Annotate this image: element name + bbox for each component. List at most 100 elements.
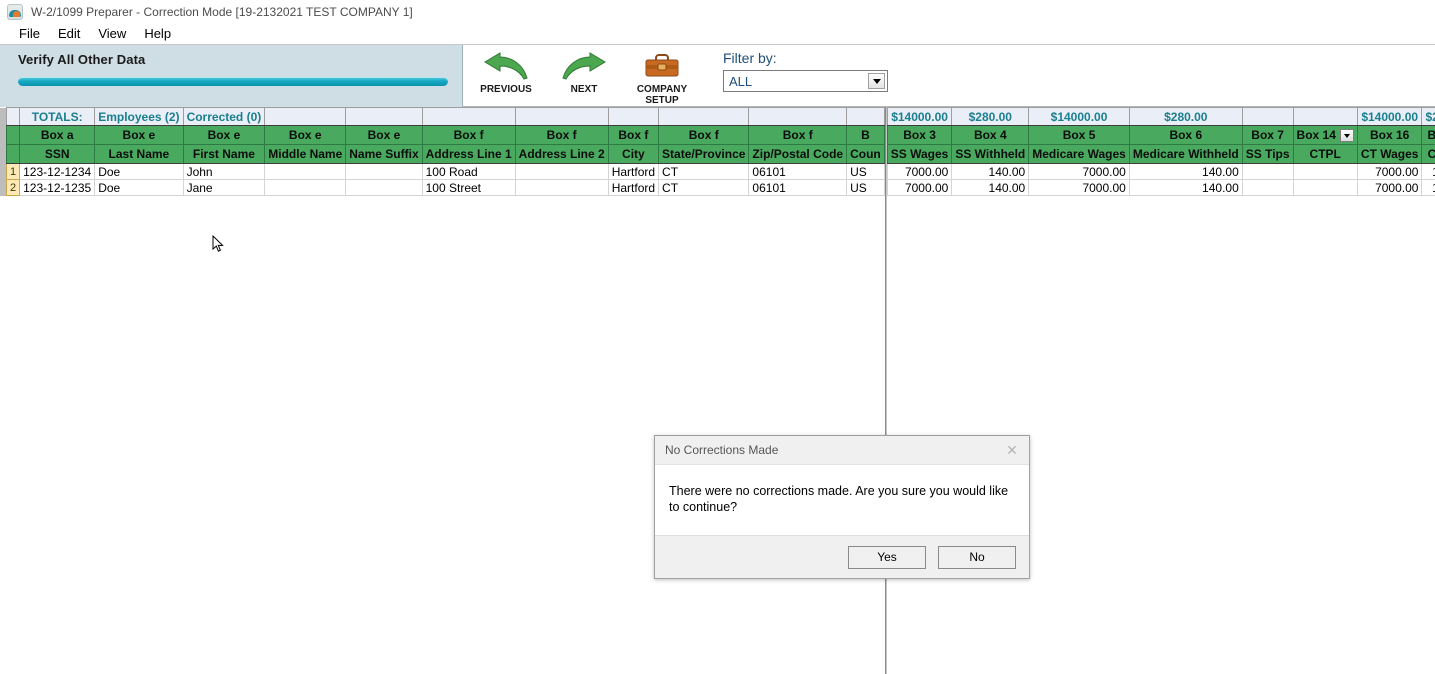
box-header-medicare-withheld[interactable]: Box 6	[1128, 125, 1243, 145]
box-header-first-name[interactable]: Box e	[182, 125, 266, 145]
totals-ct-tax: $280.00	[1421, 107, 1435, 126]
close-icon[interactable]: ✕	[995, 436, 1029, 464]
cell-address-1[interactable]: 100 Street	[421, 179, 516, 196]
cell-name-suffix[interactable]	[345, 179, 423, 196]
column-header-ss-wages[interactable]: SS Wages	[886, 144, 953, 164]
column-header-medicare-withheld[interactable]: Medicare Withheld	[1128, 144, 1243, 164]
cell-ssn[interactable]: 123-12-1235	[19, 179, 96, 196]
row-number[interactable]: 2	[5, 179, 21, 196]
cell-ctpl[interactable]	[1292, 163, 1358, 180]
no-button[interactable]: No	[938, 545, 1016, 569]
box-header-name-suffix[interactable]: Box e	[345, 125, 423, 145]
filter-select[interactable]: ALL	[723, 70, 888, 92]
cell-ss-tips[interactable]	[1241, 179, 1294, 196]
column-header-country[interactable]: Coun	[846, 144, 885, 164]
cell-first-name[interactable]: Jane	[182, 179, 266, 196]
cell-address-1[interactable]: 100 Road	[421, 163, 516, 180]
column-header-name-suffix[interactable]: Name Suffix	[345, 144, 423, 164]
wage-amounts-table: $14000.00 $280.00 $14000.00 $280.00 $140…	[886, 107, 1435, 196]
cell-ss-tips[interactable]	[1241, 163, 1294, 180]
column-header-city[interactable]: City	[607, 144, 660, 164]
cell-zip[interactable]: 06101	[748, 163, 848, 180]
column-header-ss-tips[interactable]: SS Tips	[1241, 144, 1294, 164]
column-header-ct-wages[interactable]: CT Wages	[1356, 144, 1423, 164]
yes-button[interactable]: Yes	[848, 545, 926, 569]
cell-medicare-withheld[interactable]: 140.00	[1128, 163, 1243, 180]
box-header-address-2[interactable]: Box f	[514, 125, 609, 145]
box-header-ss-withheld[interactable]: Box 4	[951, 125, 1030, 145]
cell-first-name[interactable]: John	[182, 163, 266, 180]
table-row[interactable]: 1 123-12-1234 Doe John 100 Road Hartford…	[0, 163, 885, 180]
cell-ct-wages[interactable]: 7000.00	[1356, 179, 1423, 196]
cell-country[interactable]: US	[846, 179, 885, 196]
box-header-zip[interactable]: Box f	[748, 125, 848, 145]
cell-city[interactable]: Hartford	[607, 163, 660, 180]
cell-state[interactable]: CT	[658, 163, 750, 180]
cell-ss-withheld[interactable]: 140.00	[951, 179, 1030, 196]
box-header-ss-tips[interactable]: Box 7	[1241, 125, 1294, 145]
menu-item-view[interactable]: View	[89, 25, 135, 42]
chevron-down-icon[interactable]	[1339, 129, 1354, 143]
cell-city[interactable]: Hartford	[607, 179, 660, 196]
cell-last-name[interactable]: Doe	[94, 179, 184, 196]
cell-middle-name[interactable]	[264, 163, 347, 180]
cell-ss-wages[interactable]: 7000.00	[886, 179, 953, 196]
box-header-medicare-wages[interactable]: Box 5	[1028, 125, 1130, 145]
column-header-address-2[interactable]: Address Line 2	[514, 144, 609, 164]
box-header-last-name[interactable]: Box e	[94, 125, 184, 145]
cell-name-suffix[interactable]	[345, 163, 423, 180]
column-header-ctpl[interactable]: CTPL	[1292, 144, 1358, 164]
column-header-middle-name[interactable]: Middle Name	[264, 144, 347, 164]
cell-middle-name[interactable]	[264, 179, 347, 196]
box-header-country[interactable]: B	[846, 125, 885, 145]
column-header-medicare-wages[interactable]: Medicare Wages	[1028, 144, 1130, 164]
cell-ss-withheld[interactable]: 140.00	[951, 163, 1030, 180]
cell-last-name[interactable]: Doe	[94, 163, 184, 180]
column-header-address-1[interactable]: Address Line 1	[421, 144, 516, 164]
column-header-ct-tax[interactable]: CT Tax	[1421, 144, 1435, 164]
box-header-ct-tax[interactable]: Box 17	[1421, 125, 1435, 145]
column-header-ss-withheld[interactable]: SS Withheld	[951, 144, 1030, 164]
cell-ct-tax[interactable]: 140.00	[1421, 163, 1435, 180]
box-header-city[interactable]: Box f	[607, 125, 660, 145]
column-header-last-name[interactable]: Last Name	[94, 144, 184, 164]
company-setup-button[interactable]: COMPANY SETUP	[627, 47, 697, 106]
cell-zip[interactable]: 06101	[748, 179, 848, 196]
toolbar-buttons: PREVIOUS NEXT COMPANY SETUP Filter by: A…	[463, 45, 1435, 107]
table-row[interactable]: 7000.00 140.00 7000.00 140.00 7000.00 14…	[886, 179, 1435, 196]
box-header-ct-wages[interactable]: Box 16	[1356, 125, 1423, 145]
totals-ss-tips	[1241, 107, 1294, 126]
cell-ctpl[interactable]	[1292, 179, 1358, 196]
menu-item-file[interactable]: File	[10, 25, 49, 42]
cell-address-2[interactable]	[514, 163, 609, 180]
table-row[interactable]: 2 123-12-1235 Doe Jane 100 Street Hartfo…	[0, 179, 885, 196]
menu-item-edit[interactable]: Edit	[49, 25, 89, 42]
cell-ssn[interactable]: 123-12-1234	[19, 163, 96, 180]
previous-button[interactable]: PREVIOUS	[471, 47, 541, 95]
box-header-state[interactable]: Box f	[658, 125, 750, 145]
cell-ct-tax[interactable]: 140.00	[1421, 179, 1435, 196]
column-header-state[interactable]: State/Province	[658, 144, 750, 164]
column-header-zip[interactable]: Zip/Postal Code	[748, 144, 848, 164]
cell-address-2[interactable]	[514, 179, 609, 196]
cell-country[interactable]: US	[846, 163, 885, 180]
cell-medicare-withheld[interactable]: 140.00	[1128, 179, 1243, 196]
row-number[interactable]: 1	[5, 163, 21, 180]
column-header-ssn[interactable]: SSN	[19, 144, 96, 164]
menu-item-help[interactable]: Help	[135, 25, 180, 42]
cell-state[interactable]: CT	[658, 179, 750, 196]
cell-medicare-wages[interactable]: 7000.00	[1028, 179, 1130, 196]
box-header-ss-wages[interactable]: Box 3	[886, 125, 953, 145]
box-header-ssn[interactable]: Box a	[19, 125, 96, 145]
cell-ss-wages[interactable]: 7000.00	[886, 163, 953, 180]
box-header-middle-name[interactable]: Box e	[264, 125, 347, 145]
table-row[interactable]: 7000.00 140.00 7000.00 140.00 7000.00 14…	[886, 163, 1435, 180]
cell-medicare-wages[interactable]: 7000.00	[1028, 163, 1130, 180]
column-header-first-name[interactable]: First Name	[182, 144, 266, 164]
cell-ct-wages[interactable]: 7000.00	[1356, 163, 1423, 180]
box-header-ctpl[interactable]: Box 14	[1292, 125, 1358, 145]
totals-employees: Employees (2)	[94, 107, 184, 126]
box-header-address-1[interactable]: Box f	[421, 125, 516, 145]
next-button[interactable]: NEXT	[549, 47, 619, 95]
chevron-down-icon[interactable]	[868, 73, 885, 89]
